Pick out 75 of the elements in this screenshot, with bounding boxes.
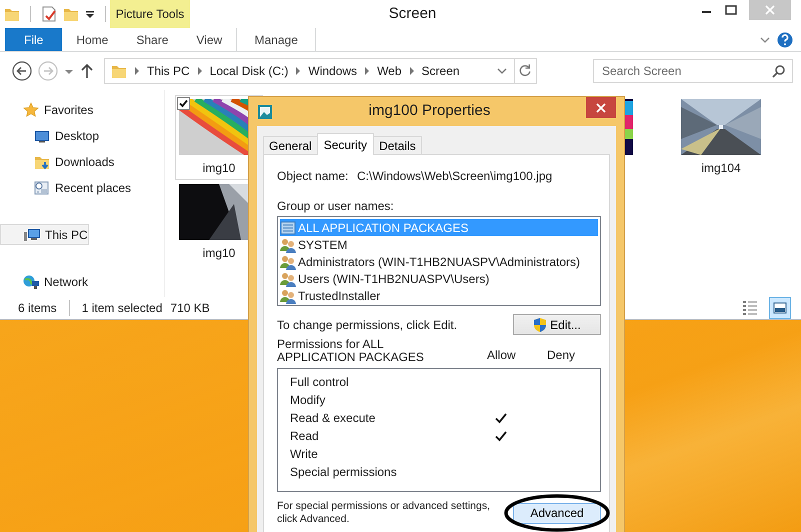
breadcrumb-item[interactable]: Web [377, 62, 402, 80]
ribbon-tab[interactable]: Share [122, 28, 182, 51]
hint-text: To change permissions, click Edit. [277, 316, 458, 334]
contextual-tab-group: Picture Tools [110, 0, 190, 28]
dialog-tab[interactable]: Details [373, 136, 422, 154]
address-bar[interactable]: This PC Local Disk (C:) Windows Web Screen [104, 58, 537, 84]
breadcrumb-item[interactable]: Windows [308, 62, 358, 80]
nav-item[interactable]: Desktop [0, 125, 100, 146]
nav-item[interactable]: Downloads [0, 151, 114, 172]
search-field[interactable]: Search Screen [593, 59, 793, 83]
ribbon-tab[interactable]: View [182, 28, 236, 51]
nav-item[interactable]: Favorites [0, 99, 94, 120]
user-list-item[interactable]: Administrators (WIN-T1HB2NUASPV\Administrators) [280, 253, 598, 270]
close-icon [765, 5, 775, 15]
network-icon [23, 274, 39, 290]
dialog-tab[interactable]: General [263, 136, 318, 154]
section-label: Group or user names: [277, 198, 395, 215]
maximize-icon [725, 5, 737, 15]
nav-item[interactable]: Recent places [0, 177, 132, 198]
breadcrumb-item[interactable]: Local Disk (C:) [210, 62, 288, 80]
file-name: img10 [202, 160, 236, 177]
dialog-title: img100 Properties [368, 101, 492, 122]
item-count: 6 items [18, 300, 57, 317]
file-name: img10 [202, 245, 236, 262]
advanced-button[interactable]: Advanced [513, 502, 601, 524]
search-icon[interactable] [772, 64, 786, 78]
users-icon [280, 254, 296, 270]
star-icon [23, 102, 39, 118]
folder-icon [111, 63, 127, 79]
nav-item[interactable]: This PC [0, 224, 89, 245]
file-item[interactable]: img104 [667, 95, 775, 180]
file-name: img104 [701, 160, 741, 177]
thumbnails-view-button[interactable] [769, 297, 791, 319]
breadcrumb-item[interactable]: Screen [422, 62, 460, 80]
users-icon [280, 270, 296, 286]
users-icon [280, 236, 296, 252]
checkbox-icon[interactable] [177, 97, 190, 110]
section-label: Permissions for ALL APPLICATION PACKAGES [277, 338, 425, 364]
permission-name: Write [290, 446, 319, 463]
user-list-item[interactable]: TrustedInstaller [280, 287, 598, 304]
column-header: Deny [547, 347, 576, 364]
selection-info: 1 item selected [82, 300, 162, 317]
file-tab[interactable]: File [5, 28, 62, 51]
object-path: C:\Windows\Web\Screen\img100.jpg [357, 168, 552, 185]
details-icon [741, 299, 759, 317]
permission-name: Read & execute [290, 410, 376, 427]
user-list[interactable]: ALL APPLICATION PACKAGES SYSTEM Administrators (WIN-T1HB2NUASPV\Administrators) Users (WIN-T1HB2NUASPV\Users) TrustedInstaller [277, 216, 601, 306]
ribbon-tab[interactable]: Manage [236, 28, 316, 51]
picture-file-icon [257, 104, 273, 120]
ribbon-tab[interactable]: Home [62, 28, 122, 51]
edit-button[interactable]: Edit... [513, 314, 601, 335]
breadcrumb-item[interactable]: This PC [147, 62, 190, 80]
close-button[interactable] [586, 97, 616, 118]
field-label: Object name: [277, 168, 350, 185]
up-icon[interactable] [80, 61, 94, 81]
dialog-tab[interactable]: Security [316, 133, 374, 155]
shield-icon [533, 316, 548, 332]
users-icon [280, 288, 296, 304]
close-icon [596, 102, 606, 112]
window-title: Screen [388, 4, 438, 24]
user-list-item[interactable]: SYSTEM [280, 236, 598, 253]
package-icon [280, 220, 296, 236]
permission-name: Modify [290, 392, 326, 409]
permission-name: Special permissions [290, 464, 398, 481]
computer-icon [24, 226, 40, 242]
properties-icon[interactable] [41, 6, 57, 22]
back-icon[interactable] [12, 61, 32, 81]
selection-size: 710 KB [170, 300, 210, 317]
column-header: Allow [487, 347, 517, 364]
recent-icon [34, 180, 50, 196]
hint-text: For special permissions or advanced settings, click Advanced. [277, 500, 492, 526]
nav-item[interactable]: Network [0, 271, 88, 292]
user-list-item[interactable]: Users (WIN-T1HB2NUASPV\Users) [280, 270, 598, 287]
permission-name: Read [290, 428, 320, 445]
permission-name: Full control [290, 374, 350, 391]
